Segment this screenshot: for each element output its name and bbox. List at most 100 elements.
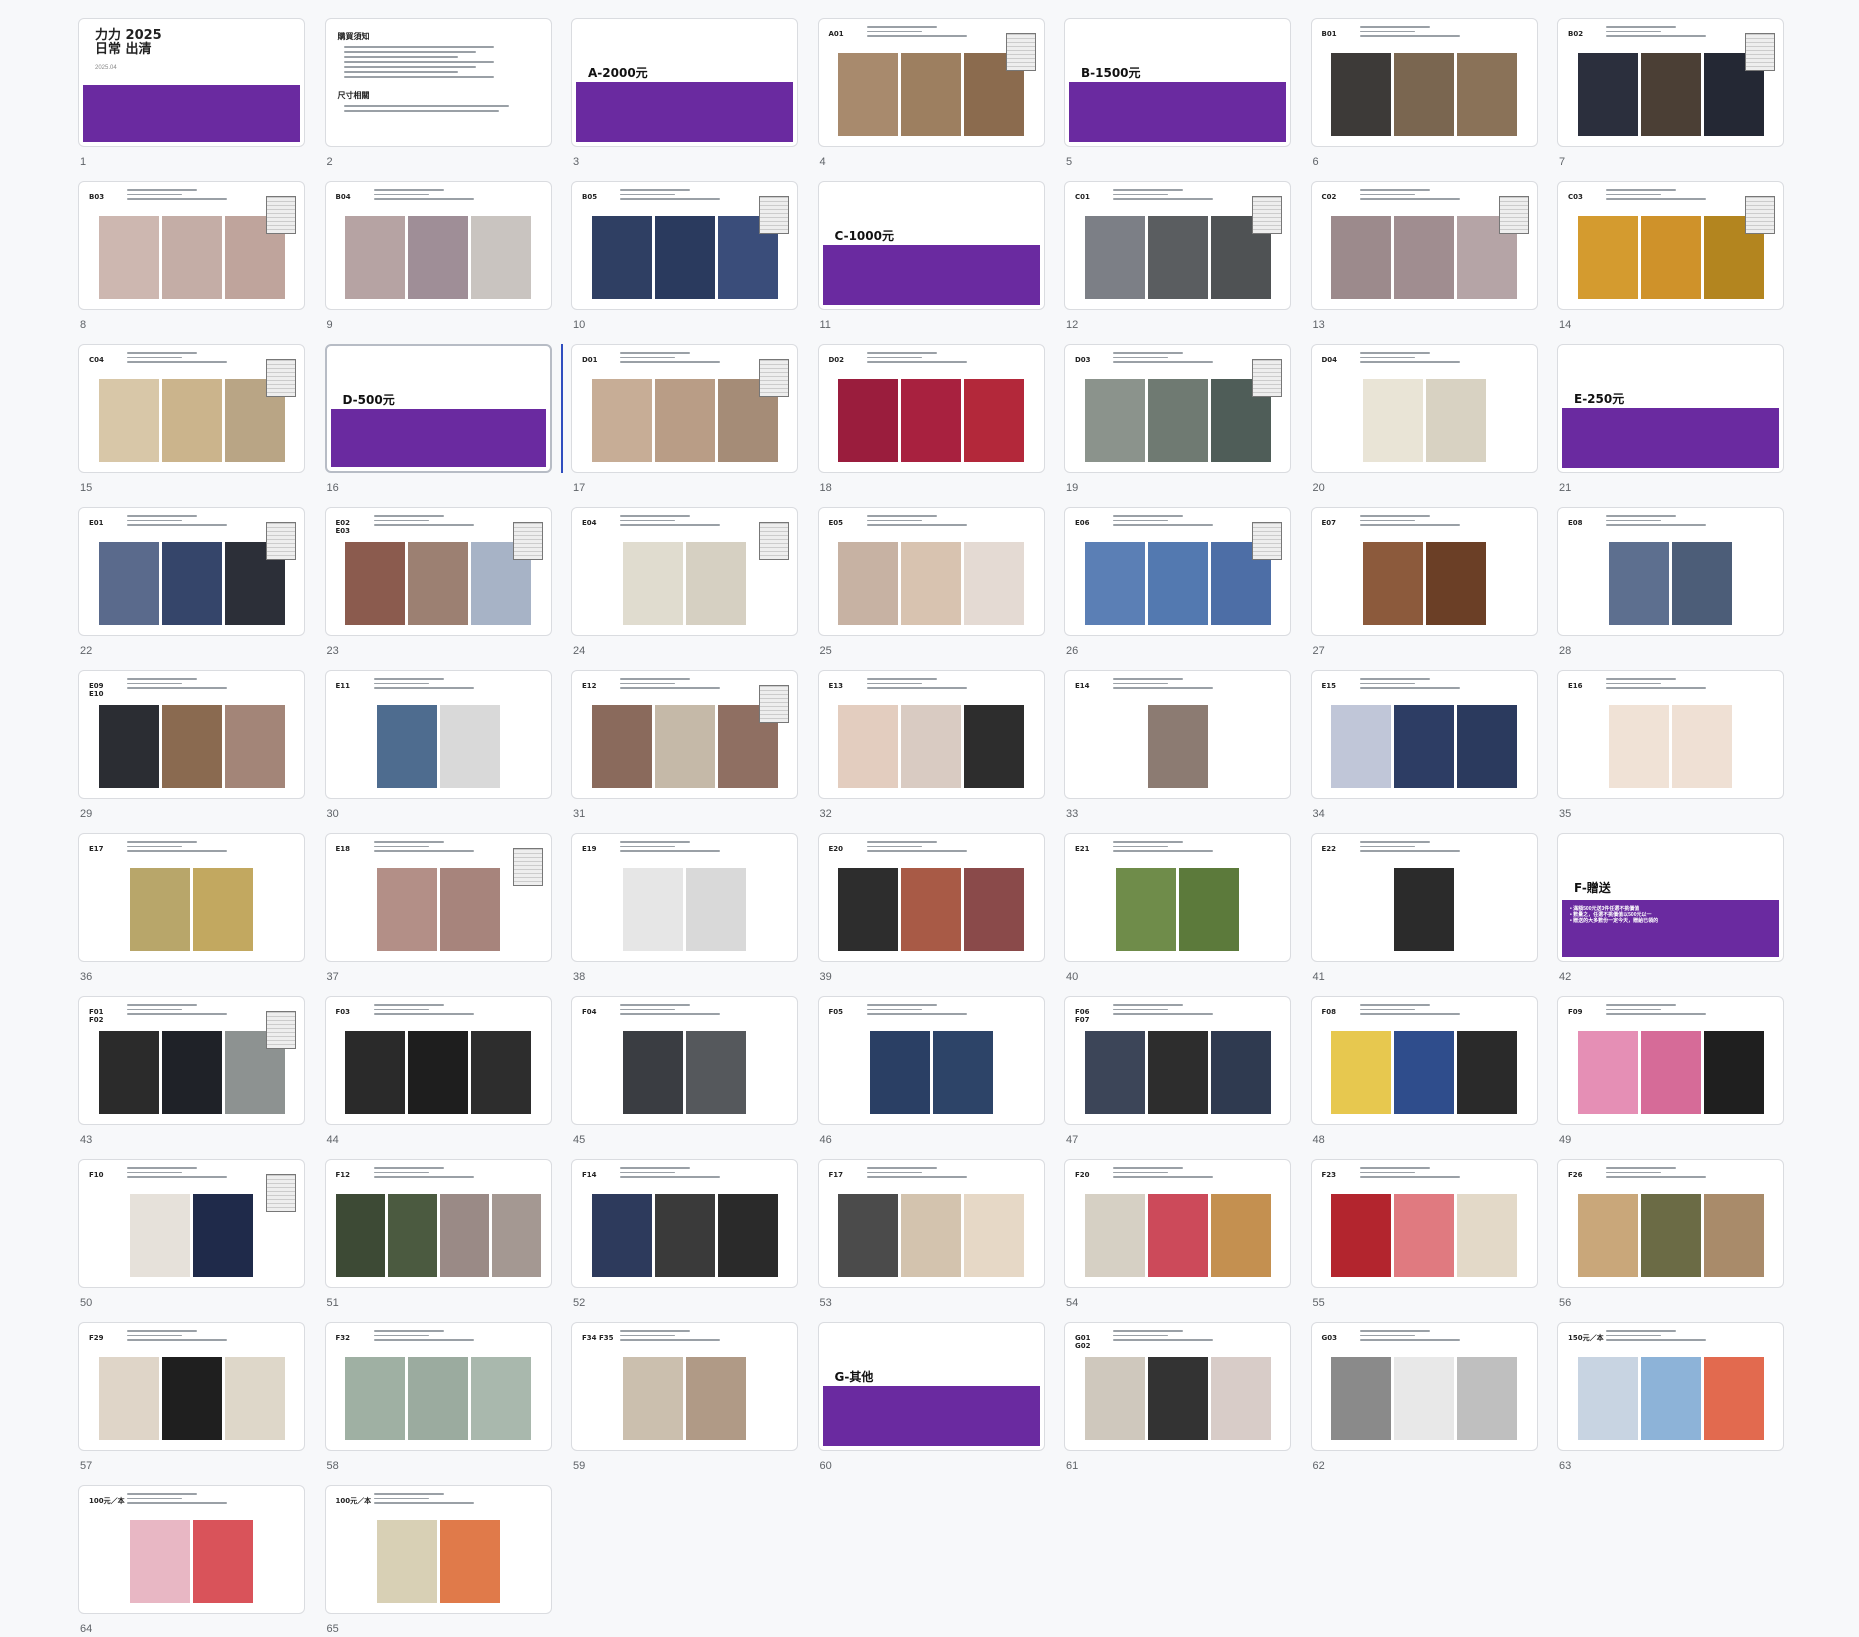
slide-thumbnail[interactable]: E02 E03 — [324, 507, 552, 636]
item-photo — [1331, 705, 1391, 788]
slide-number: 30 — [326, 808, 339, 820]
text-line — [1359, 1339, 1460, 1341]
slide-cell: F14 52 — [571, 1159, 798, 1309]
slide-thumbnail[interactable]: B-1500元 — [1064, 18, 1291, 147]
slide-thumbnail[interactable]: E16 — [1557, 670, 1784, 799]
slide-thumbnail[interactable]: F17 — [817, 1159, 1045, 1288]
slide-thumbnail[interactable]: E11 — [324, 670, 552, 799]
slide-thumbnail[interactable]: D-500元 — [324, 344, 552, 473]
slide-cell: E22 41 — [1310, 833, 1538, 983]
slide-thumbnail[interactable]: E01 — [78, 507, 305, 636]
text-line — [127, 361, 227, 363]
slide-thumbnail[interactable]: F05 — [817, 996, 1045, 1125]
slide-cell: B02 7 — [1557, 18, 1784, 168]
slide-number: 61 — [1066, 1460, 1079, 1472]
slide-thumbnail[interactable]: G01 G02 — [1064, 1322, 1291, 1451]
slide-cell: E19 38 — [571, 833, 798, 983]
slide-thumbnail[interactable]: F03 — [324, 996, 552, 1125]
item-code: E19 — [582, 845, 597, 853]
slide-thumbnail[interactable]: F20 — [1064, 1159, 1291, 1288]
slide-thumbnail[interactable]: E15 — [1310, 670, 1538, 799]
item-photos — [335, 1194, 541, 1277]
slide-number: 24 — [573, 645, 586, 657]
slide-thumbnail[interactable]: E21 — [1064, 833, 1291, 962]
text-line — [373, 1502, 474, 1504]
slide-thumbnail[interactable]: 100元／本 — [324, 1485, 552, 1614]
slide-thumbnail[interactable]: D03 — [1064, 344, 1291, 473]
slide-thumbnail[interactable]: G03 — [1310, 1322, 1538, 1451]
slide-thumbnail[interactable]: B02 — [1557, 18, 1784, 147]
slide-thumbnail[interactable]: C04 — [78, 344, 305, 473]
item-code: E05 — [828, 519, 844, 527]
slide-thumbnail[interactable]: 購買須知 尺寸相關 — [324, 18, 552, 147]
slide-thumbnail[interactable]: D01 — [571, 344, 798, 473]
slide-thumbnail[interactable]: D04 — [1310, 344, 1538, 473]
slide-cell: 150元／本 63 — [1557, 1322, 1784, 1472]
slide-thumbnail[interactable]: E07 — [1310, 507, 1538, 636]
slide-number: 33 — [1066, 808, 1079, 820]
slide-cell: C03 14 — [1557, 181, 1784, 331]
slide-thumbnail[interactable]: E09 E10 — [78, 670, 305, 799]
item-photo — [1147, 705, 1208, 788]
slide-thumbnail[interactable]: 150元／本 — [1557, 1322, 1784, 1451]
slide-thumbnail[interactable]: E12 — [571, 670, 798, 799]
slide-thumbnail[interactable]: F26 — [1557, 1159, 1784, 1288]
slide-cell: E06 26 — [1064, 507, 1291, 657]
slide-thumbnail[interactable]: E13 — [817, 670, 1045, 799]
text-line — [1113, 193, 1168, 195]
slide-thumbnail[interactable]: D02 — [817, 344, 1045, 473]
slide-thumbnail[interactable]: E19 — [571, 833, 798, 962]
item-code: E20 — [828, 845, 844, 853]
cover-title-line2: 日常 出清 — [95, 42, 152, 57]
slide-number: 46 — [819, 1134, 832, 1146]
slide-thumbnail[interactable]: C02 — [1310, 181, 1538, 310]
item-photo — [901, 1194, 961, 1277]
text-line — [127, 682, 182, 684]
slide-thumbnail[interactable]: E04 — [571, 507, 798, 636]
slide-thumbnail[interactable]: C03 — [1557, 181, 1784, 310]
slide-thumbnail[interactable]: F10 — [78, 1159, 305, 1288]
slide-thumbnail[interactable]: F23 — [1310, 1159, 1538, 1288]
item-description-lines — [373, 678, 484, 692]
slide-cell: F01 F02 43 — [78, 996, 305, 1146]
slide-thumbnail[interactable]: B05 — [571, 181, 798, 310]
slide-thumbnail[interactable]: F34 F35 — [571, 1322, 798, 1451]
slide-thumbnail[interactable]: E14 — [1064, 670, 1291, 799]
slide-cell: E-250元 21 — [1557, 344, 1784, 494]
slide-thumbnail[interactable]: F14 — [571, 1159, 798, 1288]
slide-thumbnail[interactable]: 100元／本 — [78, 1485, 305, 1614]
slide-thumbnail[interactable]: F04 — [571, 996, 798, 1125]
slide-thumbnail[interactable]: A01 — [817, 18, 1045, 147]
slide-thumbnail[interactable]: 力力 2025 日常 出清 2025.04 — [78, 18, 305, 147]
slide-thumbnail[interactable]: F-贈送滿額500元送3件任選不挑價值數量之，任選不挑價值以500元以一贈送的大… — [1557, 833, 1784, 962]
slide-thumbnail[interactable]: F08 — [1310, 996, 1538, 1125]
slide-thumbnail[interactable]: E06 — [1064, 507, 1291, 636]
slide-thumbnail[interactable]: E18 — [324, 833, 552, 962]
slide-thumbnail[interactable]: F12 — [324, 1159, 552, 1288]
slide-thumbnail[interactable]: F06 F07 — [1064, 996, 1291, 1125]
slide-thumbnail[interactable]: E05 — [817, 507, 1045, 636]
item-photo — [1425, 379, 1486, 462]
slide-thumbnail[interactable]: E22 — [1310, 833, 1538, 962]
slide-thumbnail[interactable]: F29 — [78, 1322, 305, 1451]
text-line — [1606, 1176, 1706, 1178]
slide-thumbnail[interactable]: G-其他 — [817, 1322, 1045, 1451]
slide-thumbnail[interactable]: B01 — [1310, 18, 1538, 147]
slide-thumbnail[interactable]: B03 — [78, 181, 305, 310]
care-label-photo — [1252, 196, 1282, 234]
care-label-photo — [759, 359, 789, 397]
slide-thumbnail[interactable]: F01 F02 — [78, 996, 305, 1125]
slide-thumbnail[interactable]: F09 — [1557, 996, 1784, 1125]
slide-thumbnail[interactable]: F32 — [324, 1322, 552, 1451]
slide-thumbnail[interactable]: E-250元 — [1557, 344, 1784, 473]
slide-cell: F05 46 — [817, 996, 1045, 1146]
slide-thumbnail[interactable]: E17 — [78, 833, 305, 962]
slide-thumbnail[interactable]: C-1000元 — [817, 181, 1045, 310]
item-photos — [89, 379, 294, 462]
slide-thumbnail[interactable]: B04 — [324, 181, 552, 310]
slide-thumbnail[interactable]: C01 — [1064, 181, 1291, 310]
slide-thumbnail[interactable]: A-2000元 — [571, 18, 798, 147]
slide-thumbnail[interactable]: E20 — [817, 833, 1045, 962]
item-photo — [408, 1357, 468, 1440]
slide-thumbnail[interactable]: E08 — [1557, 507, 1784, 636]
